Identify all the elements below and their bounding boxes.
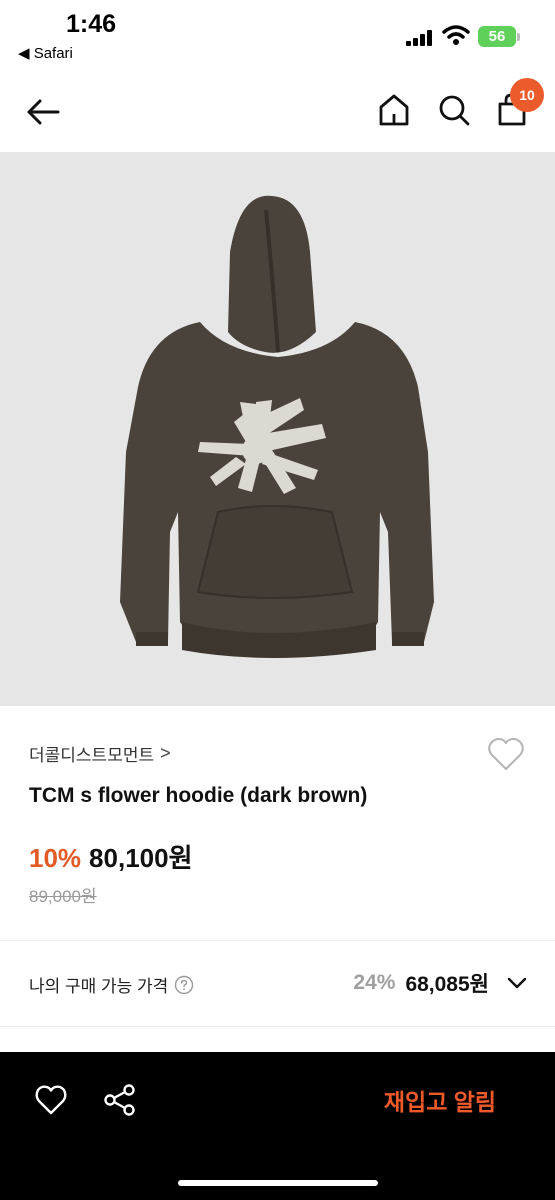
hoodie-illustration bbox=[120, 195, 434, 658]
home-indicator bbox=[178, 1180, 378, 1186]
original-price: 89,000원 bbox=[29, 887, 97, 906]
battery-indicator: 56 bbox=[478, 26, 516, 47]
home-icon[interactable] bbox=[374, 90, 414, 130]
my-price-label-row: 나의 구매 가능 가격 bbox=[29, 972, 194, 997]
product-title: TCM s flower hoodie (dark brown) bbox=[29, 784, 368, 807]
help-question-icon[interactable] bbox=[174, 975, 194, 995]
my-price-toggle[interactable]: 24% 68,085원 bbox=[353, 968, 529, 998]
nav-bar: 10 bbox=[0, 72, 555, 152]
restock-alert-button[interactable]: 재입고 알림 bbox=[370, 1082, 510, 1122]
my-price-value: 68,085원 bbox=[405, 973, 489, 996]
my-price-rate: 24% bbox=[353, 971, 396, 994]
status-bar: 1:46 ◀ Safari 56 bbox=[0, 0, 555, 72]
signal-icon bbox=[406, 30, 432, 46]
cart-count-badge: 10 bbox=[510, 78, 544, 112]
back-to-safari-link[interactable]: ◀ Safari bbox=[18, 44, 73, 62]
discount-rate: 10% bbox=[29, 843, 82, 873]
divider bbox=[0, 1026, 555, 1027]
chevron-right-icon: > bbox=[160, 742, 171, 763]
price-row: 10% 80,100원 bbox=[29, 838, 193, 875]
like-heart-icon[interactable] bbox=[486, 736, 526, 772]
brand-name: 더콜디스트모먼트 bbox=[29, 745, 155, 765]
status-time: 1:46 bbox=[66, 10, 117, 38]
divider bbox=[0, 940, 555, 941]
sale-price: 80,100원 bbox=[89, 843, 193, 873]
wifi-icon bbox=[442, 25, 470, 45]
bottom-action-bar: 재입고 알림 bbox=[0, 1052, 555, 1200]
search-icon[interactable] bbox=[434, 90, 474, 130]
brand-link[interactable]: 더콜디스트모먼트 > bbox=[29, 740, 171, 766]
battery-tip bbox=[517, 33, 520, 41]
chevron-down-icon bbox=[507, 977, 527, 989]
wishlist-heart-icon[interactable] bbox=[34, 1084, 68, 1116]
share-icon[interactable] bbox=[102, 1082, 138, 1118]
product-image[interactable] bbox=[0, 152, 555, 706]
my-price-label: 나의 구매 가능 가격 bbox=[29, 977, 169, 996]
back-arrow-icon[interactable] bbox=[22, 90, 66, 134]
